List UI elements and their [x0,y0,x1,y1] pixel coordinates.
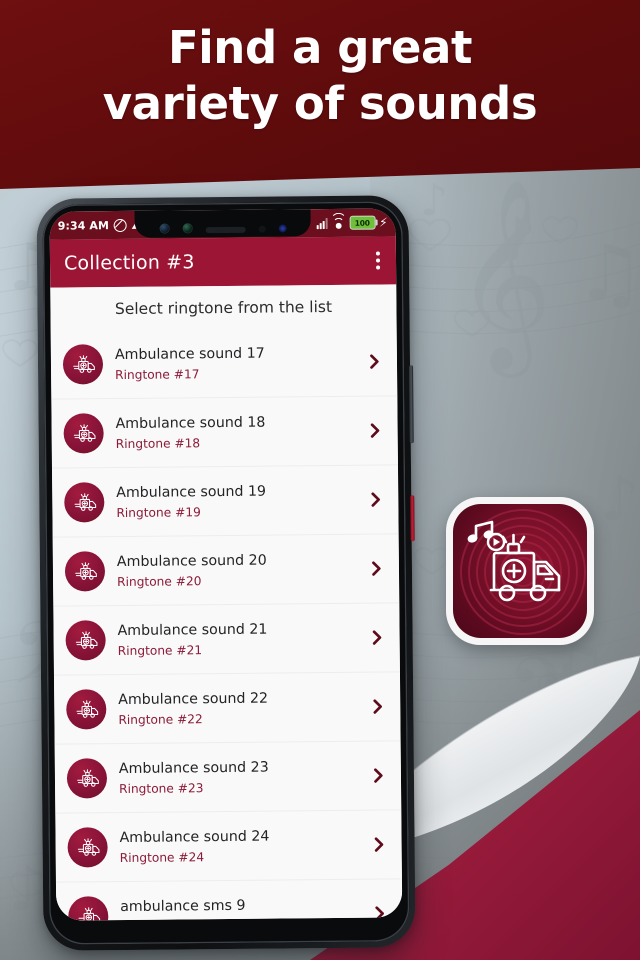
banner-headline-line2: variety of sounds [102,76,538,130]
sound-waves-rings [460,509,586,635]
list-header-label: Select ringtone from the list [50,284,397,331]
phone-screen: 9:34 AM 100 ⚡ Collection #3 Select ringt… [49,208,403,921]
list-item-text: Ambulance sound 20 Ringtone #20 [117,551,363,589]
chevron-right-icon[interactable] [366,834,392,854]
ambulance-icon [64,551,106,592]
list-item[interactable]: Ambulance sound 24 Ringtone #24 [55,809,402,882]
chevron-right-icon[interactable] [364,696,390,716]
chevron-right-icon[interactable] [365,765,391,785]
chevron-right-icon[interactable] [362,420,388,440]
charging-bolt-icon: ⚡ [379,215,388,230]
ambulance-icon [62,344,104,385]
list-item-subtitle: Ringtone #21 [117,642,203,658]
ir-sensor-icon [278,224,287,233]
list-item-subtitle: Ringtone #18 [115,435,201,451]
list-item-text: Ambulance sound 17 Ringtone #17 [115,344,361,382]
list-item-title: Ambulance sound 19 [116,484,267,502]
list-item-text: Ambulance sound 18 Ringtone #18 [115,413,361,451]
list-item-text: Ambulance sound 21 Ringtone #21 [117,620,363,658]
ambulance-icon [66,689,107,730]
list-item[interactable]: ambulance sms 9Sound SMS #9 [55,878,403,921]
list-item-text: ambulance sms 9Sound SMS #9 [120,896,366,920]
list-item[interactable]: Ambulance sound 20 Ringtone #20 [52,533,400,606]
status-bar: 9:34 AM 100 ⚡ [49,208,396,240]
list-item-text: Ambulance sound 23 Ringtone #23 [119,758,365,796]
list-item[interactable]: Ambulance sound 21 Ringtone #21 [53,602,400,675]
promo-screenshot: 𝄞 𝄢 𝄢 ♫ ♫ ♪ ♪ ♫ ♪ ♪ ♪ [0,0,640,960]
phone-mockup: 9:34 AM 100 ⚡ Collection #3 Select ringt… [36,195,416,951]
phone-notch [134,208,311,238]
list-item-subtitle: Ringtone #19 [116,504,201,520]
list-item[interactable]: Ambulance sound 18 Ringtone #18 [51,395,398,468]
ambulance-icon [67,827,108,868]
chevron-right-icon[interactable] [361,351,387,371]
list-item[interactable]: Ambulance sound 19 Ringtone #19 [51,464,399,537]
list-item-subtitle: Ringtone #20 [117,573,202,589]
ambulance-icon [63,413,104,454]
app-bar-title: Collection #3 [63,251,195,275]
mute-icon [113,218,128,232]
list-item-title: Ambulance sound 18 [115,415,266,433]
list-item-title: Ambulance sound 22 [118,691,269,709]
status-bar-clock: 9:34 AM [57,218,110,233]
promo-banner: Find a great variety of sounds [0,0,640,189]
list-item-title: Ambulance sound 23 [118,760,269,778]
banner-headline-line1: Find a great [167,21,473,74]
list-item-title: Ambulance sound 21 [117,622,268,640]
chevron-right-icon[interactable] [363,558,389,578]
app-bar: Collection #3 [49,236,397,288]
signal-bars-icon [316,217,328,229]
earpiece-speaker [205,226,246,234]
ambulance-icon [65,620,106,661]
ambulance-icon [68,896,109,921]
list-item[interactable]: Ambulance sound 17 Ringtone #17 [51,327,398,398]
play-icon [486,532,506,552]
proximity-sensor-icon [258,225,266,233]
ambulance-icon [66,758,108,799]
list-item-text: Ambulance sound 19 Ringtone #19 [116,482,362,520]
list-item-subtitle: Ringtone #17 [115,366,200,382]
ambulance-icon [64,482,105,523]
list-item-title: ambulance sms 9 [120,898,246,916]
app-icon-artwork [453,504,587,638]
list-item-title: Ambulance sound 17 [114,346,265,364]
volume-button[interactable] [409,365,414,444]
kebab-menu-icon[interactable] [370,245,386,275]
list-item-title: Ambulance sound 24 [119,829,270,847]
chevron-right-icon[interactable] [364,627,390,647]
battery-icon: 100 [349,215,376,230]
ringtone-list[interactable]: Ambulance sound 17 Ringtone #17 Ambulance… [50,327,403,921]
wifi-icon [330,212,347,229]
list-item-text: Ambulance sound 24 Ringtone #24 [119,827,365,865]
front-camera-secondary-icon [182,223,193,234]
chevron-right-icon[interactable] [362,489,388,509]
list-item[interactable]: Ambulance sound 23 Ringtone #23 [54,740,402,813]
app-icon-badge [446,497,594,645]
power-button[interactable] [410,495,415,542]
list-item-subtitle: Ringtone #22 [118,711,203,727]
list-item-text: Ambulance sound 22 Ringtone #22 [118,689,364,727]
list-item-subtitle: Ringtone #23 [118,780,204,796]
front-camera-icon [159,223,170,234]
battery-level-label: 100 [354,218,370,228]
list-item[interactable]: Ambulance sound 22 Ringtone #22 [53,671,401,744]
list-item-subtitle: Ringtone #24 [119,849,205,865]
list-item-title: Ambulance sound 20 [116,553,267,571]
